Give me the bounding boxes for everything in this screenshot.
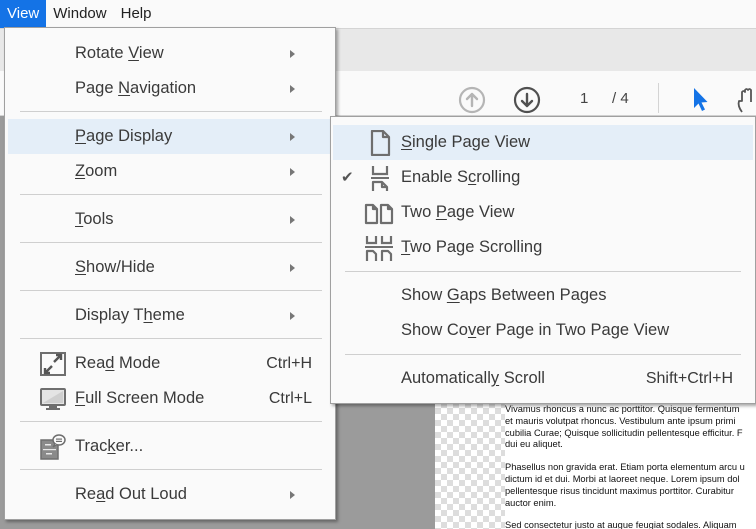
cursor-arrow-icon <box>694 88 708 111</box>
menu-item-label: Show/Hide <box>75 258 155 276</box>
hand-icon <box>737 88 752 113</box>
arrow-up-circle-icon <box>458 86 486 114</box>
submenu-arrow-icon <box>290 85 295 93</box>
monitor-icon <box>40 388 66 410</box>
menu-item-rotate-view[interactable]: Rotate View <box>8 36 332 71</box>
submenu-item-label: Automatically Scroll <box>401 369 545 387</box>
submenu-item-label: Two Page View <box>401 203 515 221</box>
submenu-item-label: Single Page View <box>401 133 531 151</box>
text-line: dui eu aliquet. <box>505 439 563 450</box>
menu-separator <box>20 242 322 243</box>
text-line: cubilia Curae; Quisque sollicitudin pell… <box>505 427 743 438</box>
view-menu: Rotate View Page Navigation Page Display… <box>4 27 336 520</box>
submenu-item-label: Enable Scrolling <box>401 168 521 186</box>
menubar-help[interactable]: Help <box>114 0 159 28</box>
menu-item-label: Read Mode <box>75 354 161 372</box>
submenu-arrow-icon <box>290 216 295 224</box>
menu-separator <box>20 194 322 195</box>
submenu-arrow-icon <box>290 312 295 320</box>
submenu-item-two-page-view[interactable]: Two Page View <box>333 195 753 230</box>
select-tool-button[interactable] <box>686 86 714 114</box>
menu-item-tools[interactable]: Tools <box>8 202 332 237</box>
menu-separator <box>20 421 322 422</box>
transparent-page-margin <box>435 402 505 529</box>
submenu-arrow-icon <box>290 491 295 499</box>
single-page-icon <box>370 130 391 156</box>
hand-tool-button[interactable] <box>736 86 756 114</box>
menu-item-label: Full Screen Mode <box>75 389 205 407</box>
submenu-item-label: Two Page Scrolling <box>401 238 543 256</box>
submenu-arrow-icon <box>290 168 295 176</box>
menu-item-label: Read Out Loud <box>75 485 187 503</box>
submenu-item-automatically-scroll[interactable]: Automatically Scroll Shift+Ctrl+H <box>333 361 753 396</box>
document-paragraph: Vivamus rhoncus a nunc ac porttitor. Qui… <box>505 404 756 451</box>
menu-separator <box>20 338 322 339</box>
menu-item-read-mode[interactable]: Read Mode Ctrl+H <box>8 346 332 381</box>
text-line: Phasellus non gravida erat. Etiam porta … <box>505 462 745 473</box>
document-paragraph: Sed consectetur justo at augue feugiat s… <box>505 520 756 529</box>
submenu-item-label: Show Gaps Between Pages <box>401 286 607 304</box>
menu-item-label: Display Theme <box>75 306 185 324</box>
menu-separator <box>20 111 322 112</box>
submenu-separator <box>345 354 741 355</box>
tracker-icon <box>40 434 66 460</box>
text-line: dictum id et dui. Morbi at laoreet neque… <box>505 473 740 484</box>
document-page: Vivamus rhoncus a nunc ac porttitor. Qui… <box>505 402 756 529</box>
text-line: pellentesque risus tincidunt maximus por… <box>505 485 734 496</box>
menu-item-label: Zoom <box>75 162 118 180</box>
submenu-arrow-icon <box>290 50 295 58</box>
checkmark-icon: ✔ <box>341 169 354 186</box>
read-mode-icon <box>40 352 66 376</box>
submenu-item-enable-scrolling[interactable]: ✔ Enable Scrolling <box>333 160 753 195</box>
menubar: View Window Help <box>0 0 756 28</box>
menu-item-full-screen-mode[interactable]: Full Screen Mode Ctrl+L <box>8 381 332 416</box>
total-pages: / 4 <box>612 90 629 107</box>
menu-item-page-navigation[interactable]: Page Navigation <box>8 71 332 106</box>
toolbar-divider <box>658 83 659 113</box>
shortcut-label: Ctrl+H <box>266 355 312 372</box>
menu-item-label: Tracker... <box>75 437 144 455</box>
two-page-icon <box>364 203 394 225</box>
menu-item-display-theme[interactable]: Display Theme <box>8 298 332 333</box>
menu-separator <box>20 469 322 470</box>
text-line: Vivamus rhoncus a nunc ac porttitor. Qui… <box>505 404 740 414</box>
menu-item-label: Rotate View <box>75 44 164 62</box>
arrow-down-circle-icon <box>513 86 541 114</box>
submenu-item-two-page-scrolling[interactable]: Two Page Scrolling <box>333 230 753 265</box>
page-display-submenu: Single Page View ✔ Enable Scrolling Two … <box>330 116 756 404</box>
menu-item-zoom[interactable]: Zoom <box>8 154 332 189</box>
document-paragraph: Phasellus non gravida erat. Etiam porta … <box>505 462 756 509</box>
text-line: auctor enim. <box>505 497 557 508</box>
current-page-input[interactable]: 1 <box>580 90 588 107</box>
menu-item-read-out-loud[interactable]: Read Out Loud <box>8 477 332 512</box>
submenu-separator <box>345 271 741 272</box>
shortcut-label: Shift+Ctrl+H <box>645 370 733 387</box>
enable-scrolling-icon <box>371 166 389 191</box>
submenu-arrow-icon <box>290 133 295 141</box>
menu-item-tracker[interactable]: Tracker... <box>8 429 332 464</box>
submenu-item-show-gaps[interactable]: Show Gaps Between Pages <box>333 278 753 313</box>
submenu-item-show-cover-page[interactable]: Show Cover Page in Two Page View <box>333 313 753 348</box>
menu-item-show-hide[interactable]: Show/Hide <box>8 250 332 285</box>
menu-item-label: Page Display <box>75 127 173 145</box>
text-line: Sed consectetur justo at augue feugiat s… <box>505 520 737 529</box>
submenu-item-label: Show Cover Page in Two Page View <box>401 321 670 339</box>
previous-page-button[interactable] <box>458 86 486 114</box>
submenu-arrow-icon <box>290 264 295 272</box>
text-line: et mauris volutpat rhoncus. Vestibulum a… <box>505 415 736 426</box>
menu-item-page-display[interactable]: Page Display <box>8 119 332 154</box>
menu-item-label: Page Navigation <box>75 79 197 97</box>
submenu-item-single-page-view[interactable]: Single Page View <box>333 125 753 160</box>
menubar-view[interactable]: View <box>0 0 47 28</box>
menu-item-label: Tools <box>75 210 114 228</box>
shortcut-label: Ctrl+L <box>268 390 312 407</box>
next-page-button[interactable] <box>513 86 541 114</box>
menu-separator <box>20 290 322 291</box>
two-page-scrolling-icon <box>365 236 393 261</box>
menubar-window[interactable]: Window <box>46 0 113 28</box>
